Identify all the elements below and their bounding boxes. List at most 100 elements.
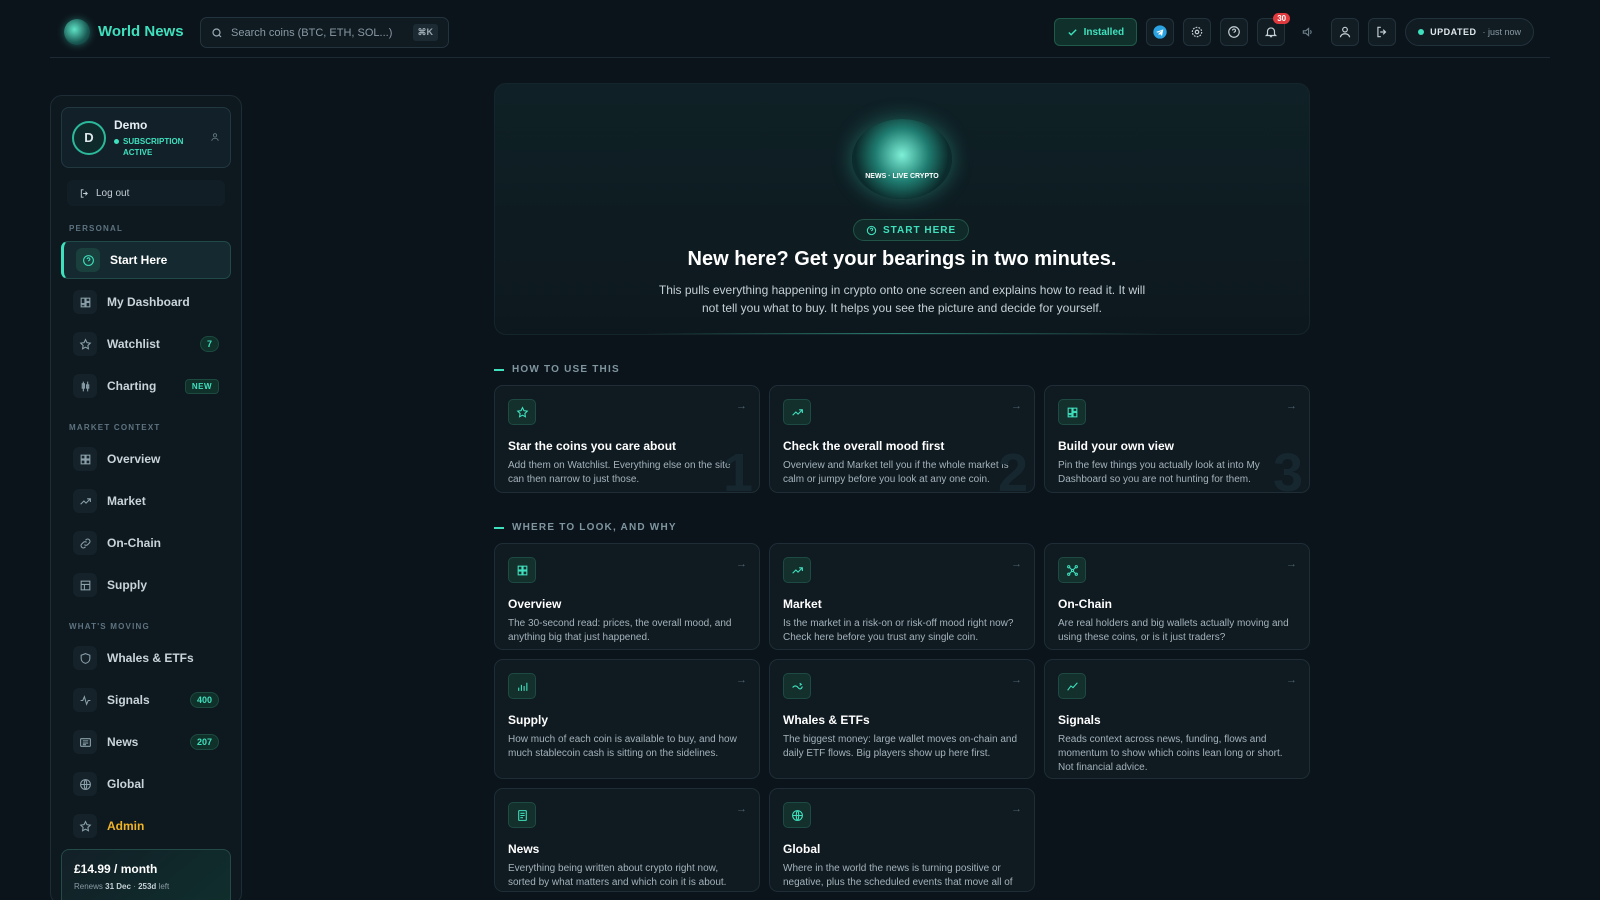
plan-card[interactable]: £14.99 / month Renews 31 Dec · 253d left bbox=[61, 849, 231, 900]
network-icon bbox=[1058, 557, 1086, 583]
card-description: The 30-second read: prices, the overall … bbox=[508, 618, 732, 643]
telegram-button[interactable] bbox=[1146, 18, 1175, 46]
brand[interactable]: World News bbox=[64, 18, 184, 45]
section-whats-moving: WHAT'S MOVING bbox=[69, 622, 150, 631]
sound-button[interactable] bbox=[1294, 18, 1322, 46]
logout-button[interactable]: Log out bbox=[67, 180, 225, 206]
how-to-card-build-view[interactable]: → 3 Build your own view Pin the few thin… bbox=[1044, 385, 1310, 493]
whale-icon bbox=[783, 673, 811, 699]
sidebar-item-overview[interactable]: Overview bbox=[61, 440, 231, 478]
where-card-signals[interactable]: → Signals Reads context across news, fun… bbox=[1044, 659, 1310, 779]
telegram-icon bbox=[1152, 24, 1168, 40]
section-heading-where-to-look: WHERE TO LOOK, AND WHY bbox=[494, 522, 1310, 533]
divider bbox=[645, 333, 1159, 334]
step-number: 2 bbox=[997, 443, 1028, 493]
plan-renewal: Renews 31 Dec · 253d left bbox=[74, 882, 218, 891]
main-content: NEWS · LIVE CRYPTO START HERE New here? … bbox=[494, 83, 1310, 892]
arrow-right-icon: → bbox=[1286, 400, 1297, 412]
sidebar-item-supply[interactable]: Supply bbox=[61, 566, 231, 604]
settings-button[interactable] bbox=[1183, 18, 1212, 46]
sidebar-item-whales-etfs[interactable]: Whales & ETFs bbox=[61, 639, 231, 677]
help-circle-icon bbox=[1227, 25, 1241, 39]
globe-icon bbox=[73, 772, 97, 796]
user-card[interactable]: D Demo SUBSCRIPTION ACTIVE bbox=[61, 107, 231, 168]
card-title: Overview bbox=[508, 597, 562, 611]
sidebar-item-label: Supply bbox=[107, 578, 148, 592]
logout-top-button[interactable] bbox=[1368, 18, 1397, 46]
card-description: Reads context across news, funding, flow… bbox=[1058, 734, 1283, 773]
how-to-card-check-mood[interactable]: → 2 Check the overall mood first Overvie… bbox=[769, 385, 1035, 493]
card-description: Are real holders and big wallets actuall… bbox=[1058, 618, 1289, 643]
activity-icon bbox=[73, 688, 97, 712]
arrow-right-icon: → bbox=[1286, 674, 1297, 686]
notifications-button[interactable]: 30 bbox=[1257, 13, 1291, 46]
card-description: The biggest money: large wallet moves on… bbox=[783, 734, 1018, 759]
search-icon bbox=[211, 27, 223, 39]
sidebar-item-label: On-Chain bbox=[107, 536, 161, 550]
profile-button[interactable] bbox=[1331, 18, 1360, 46]
card-title: Supply bbox=[508, 713, 549, 727]
card-title: Star the coins you care about bbox=[508, 439, 677, 453]
dash-icon bbox=[494, 526, 504, 529]
new-badge: NEW bbox=[184, 378, 219, 394]
sidebar-item-global[interactable]: Global bbox=[61, 765, 231, 803]
sidebar-item-news[interactable]: News 207 bbox=[61, 723, 231, 761]
sidebar-item-market[interactable]: Market bbox=[61, 482, 231, 520]
news-count-badge: 207 bbox=[189, 734, 219, 750]
sidebar-item-label: Overview bbox=[107, 452, 161, 466]
pill-label: START HERE bbox=[883, 224, 957, 236]
notification-count-badge: 30 bbox=[1273, 13, 1291, 24]
where-card-whales-etfs[interactable]: → Whales & ETFs The biggest money: large… bbox=[769, 659, 1035, 779]
trend-up-icon bbox=[73, 489, 97, 513]
installed-button[interactable]: Installed bbox=[1053, 18, 1138, 46]
card-title: Build your own view bbox=[1058, 439, 1175, 453]
status-dot-icon bbox=[114, 138, 119, 144]
updated-status: UPDATED · just now bbox=[1405, 18, 1534, 46]
where-cards-row-1: → Overview The 30-second read: prices, t… bbox=[494, 543, 1310, 650]
check-icon bbox=[1067, 27, 1078, 38]
renews-prefix: Renews bbox=[74, 882, 103, 891]
where-cards-row-3: → News Everything being written about cr… bbox=[494, 788, 1310, 892]
speaker-icon bbox=[1301, 25, 1315, 39]
live-dot-icon bbox=[1418, 29, 1425, 35]
search-input[interactable] bbox=[231, 26, 405, 39]
top-bar: World News ⌘K Installed 30 bbox=[50, 6, 1550, 58]
sidebar-item-signals[interactable]: Signals 400 bbox=[61, 681, 231, 719]
plan-price: £14.99 / month bbox=[74, 862, 158, 876]
section-personal: PERSONAL bbox=[69, 224, 124, 233]
sidebar-item-my-dashboard[interactable]: My Dashboard bbox=[61, 283, 231, 321]
sidebar-item-watchlist[interactable]: Watchlist 7 bbox=[61, 325, 231, 363]
card-title: Check the overall mood first bbox=[783, 439, 945, 453]
gear-icon bbox=[1190, 25, 1204, 39]
shield-icon bbox=[73, 646, 97, 670]
sidebar-item-charting[interactable]: Charting NEW bbox=[61, 367, 231, 405]
card-description: How much of each coin is available to bu… bbox=[508, 734, 737, 759]
link-icon bbox=[73, 531, 97, 555]
table-icon bbox=[73, 573, 97, 597]
card-description: Overview and Market tell you if the whol… bbox=[783, 460, 1009, 485]
search-shortcut: ⌘K bbox=[412, 24, 438, 41]
hero-panel: NEWS · LIVE CRYPTO START HERE New here? … bbox=[494, 83, 1310, 335]
sidebar-item-start-here[interactable]: Start Here bbox=[61, 241, 231, 279]
card-description: Is the market in a risk-on or risk-off m… bbox=[783, 618, 1014, 643]
user-icon bbox=[210, 132, 220, 142]
help-button[interactable] bbox=[1220, 18, 1249, 46]
where-card-supply[interactable]: → Supply How much of each coin is availa… bbox=[494, 659, 760, 779]
renews-left: 253d bbox=[138, 882, 157, 891]
bar-chart-icon bbox=[508, 673, 536, 699]
installed-label: Installed bbox=[1083, 26, 1125, 38]
search-box[interactable]: ⌘K bbox=[200, 17, 449, 48]
where-card-news[interactable]: → News Everything being written about cr… bbox=[494, 788, 760, 892]
newspaper-icon bbox=[73, 730, 97, 754]
how-to-card-star-coins[interactable]: → 1 Star the coins you care about Add th… bbox=[494, 385, 760, 493]
logout-icon bbox=[1375, 25, 1389, 39]
where-card-overview[interactable]: → Overview The 30-second read: prices, t… bbox=[494, 543, 760, 650]
where-card-market[interactable]: → Market Is the market in a risk-on or r… bbox=[769, 543, 1035, 650]
where-card-on-chain[interactable]: → On-Chain Are real holders and big wall… bbox=[1044, 543, 1310, 650]
sidebar-item-admin[interactable]: Admin bbox=[61, 807, 231, 845]
how-to-cards: → 1 Star the coins you care about Add th… bbox=[494, 385, 1310, 493]
sidebar-item-label: Market bbox=[107, 494, 146, 508]
sidebar-item-on-chain[interactable]: On-Chain bbox=[61, 524, 231, 562]
sidebar-item-label: Start Here bbox=[110, 253, 168, 267]
where-card-global[interactable]: → Global Where in the world the news is … bbox=[769, 788, 1035, 892]
